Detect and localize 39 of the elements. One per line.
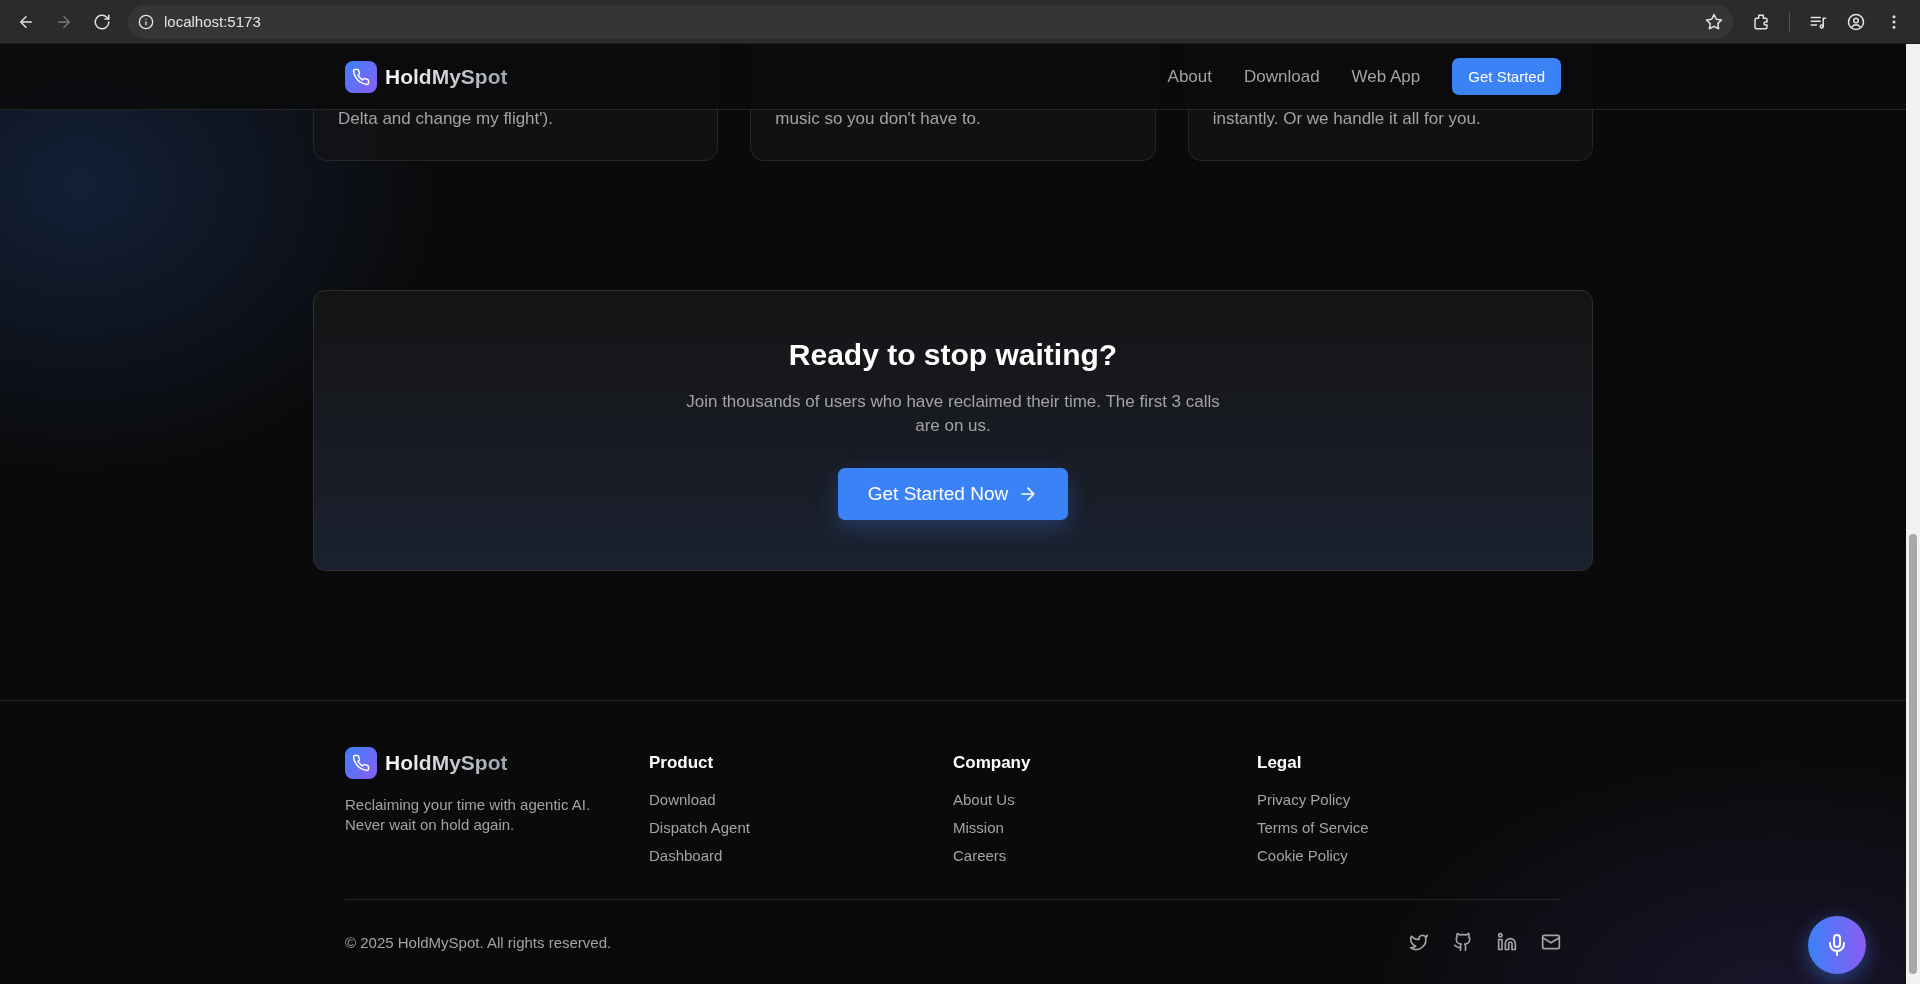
- puzzle-icon[interactable]: [1752, 12, 1770, 31]
- column-heading: Product: [649, 753, 715, 773]
- phone-icon: [352, 754, 370, 772]
- card-text: music so you don't have to.: [775, 109, 981, 129]
- voice-button[interactable]: [1808, 916, 1866, 974]
- address-bar[interactable]: localhost:5173: [128, 4, 1733, 39]
- reload-icon[interactable]: [93, 12, 111, 31]
- card-text: instantly. Or we handle it all for you.: [1212, 109, 1481, 129]
- bird-icon[interactable]: [1409, 932, 1429, 952]
- logo-icon[interactable]: [345, 60, 377, 93]
- column-heading: Company: [953, 753, 1032, 773]
- footer-link[interactable]: Cookie Policy: [1257, 847, 1348, 865]
- footer-link[interactable]: Mission: [953, 819, 1004, 837]
- url-text: localhost:5173: [164, 13, 262, 30]
- cta-subtitle: Join thousands of users who have reclaimed their time. The first 3 calls are on us.: [685, 391, 1221, 437]
- footer-link[interactable]: Careers: [953, 847, 1007, 865]
- phone-icon: [352, 67, 370, 86]
- mail-icon[interactable]: [1541, 932, 1561, 952]
- footer-link[interactable]: About Us: [953, 791, 1015, 809]
- column-heading: Legal: [1257, 753, 1303, 773]
- footer-link[interactable]: Terms of Service: [1257, 819, 1369, 837]
- card-text: Delta and change my flight').: [338, 109, 553, 129]
- info-icon[interactable]: [138, 13, 154, 30]
- footer-link[interactable]: Download: [649, 791, 716, 809]
- get-started-button[interactable]: Get Started: [1452, 58, 1561, 95]
- star-icon[interactable]: [1705, 12, 1723, 31]
- get-started-now-button[interactable]: Get Started Now: [837, 468, 1069, 520]
- footer-link[interactable]: Dispatch Agent: [649, 819, 750, 837]
- nav-link[interactable]: About: [1167, 66, 1212, 87]
- linkedin-icon[interactable]: [1497, 932, 1517, 952]
- tagline: Reclaiming your time with agentic AI. Never wait on hold again.: [345, 795, 592, 835]
- nav-link[interactable]: Download: [1244, 66, 1320, 87]
- footer-link[interactable]: Dashboard: [649, 847, 723, 865]
- copyright-text: © 2025 HoldMySpot. All rights reserved.: [345, 933, 612, 951]
- nav-link[interactable]: Web App: [1351, 66, 1421, 87]
- profile-icon[interactable]: [1847, 12, 1865, 31]
- cat-icon[interactable]: [1453, 932, 1473, 952]
- cta-title: Ready to stop waiting?: [788, 338, 1118, 372]
- footer-link[interactable]: Privacy Policy: [1257, 791, 1351, 809]
